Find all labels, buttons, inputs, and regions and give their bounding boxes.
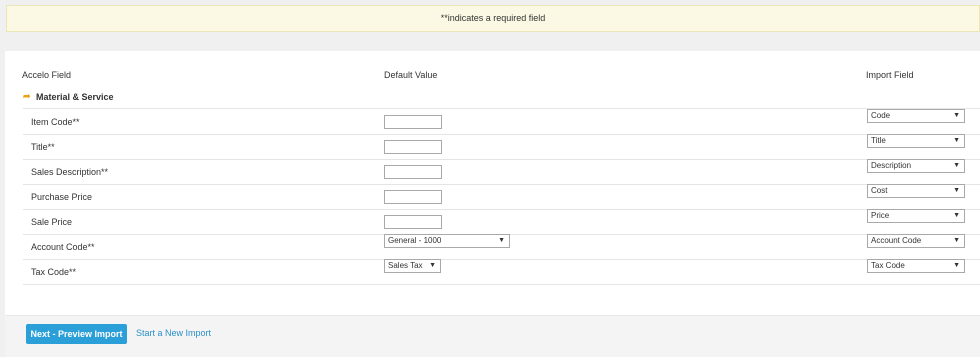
import-field-select[interactable]: Account Code ▼ [867,234,965,248]
selected-value: Cost [871,186,888,195]
caret-down-icon: ▼ [953,112,960,119]
row-account-code: Account Code** General - 1000 ▼ Account … [23,234,980,259]
field-label: Item Code** [31,117,80,127]
field-label: Purchase Price [31,192,93,202]
next-preview-import-button[interactable]: Next - Preview Import [26,324,127,344]
form-footer: Next - Preview Import Start a New Import [5,315,980,357]
selected-value: Title [871,136,886,145]
folder-arrow-icon: ➦ [23,91,31,101]
start-new-import-link[interactable]: Start a New Import [136,328,211,338]
row-sale-price: Sale Price Price ▼ [23,209,980,234]
row-separator [23,284,980,285]
field-label: Sales Description** [31,167,109,177]
section-label: Material & Service [36,92,114,102]
selected-value: Account Code [871,236,922,245]
caret-down-icon: ▼ [953,212,960,219]
import-field-select[interactable]: Cost ▼ [867,184,965,198]
section-material-service: ➦ Material & Service [23,91,980,109]
import-field-select[interactable]: Code ▼ [867,109,965,123]
selected-value: Code [871,111,891,120]
caret-down-icon: ▼ [953,162,960,169]
field-label: Title** [31,142,55,152]
selected-value: General - 1000 [388,236,442,245]
caret-down-icon: ▼ [953,262,960,269]
row-sales-description: Sales Description** Description ▼ [23,159,980,184]
caret-down-icon: ▼ [498,237,505,244]
row-title: Title** Title ▼ [23,134,980,159]
default-value-input[interactable] [384,190,442,204]
selected-value: Description [871,161,912,170]
default-value-input[interactable] [384,140,442,154]
row-tax-code: Tax Code** Sales Tax ▼ Tax Code ▼ [23,259,980,284]
selected-value: Sales Tax [388,261,423,270]
required-field-notice: **indicates a required field [6,5,980,32]
row-item-code: Item Code** Code ▼ [23,109,980,134]
field-label: Account Code** [31,242,95,252]
header-import-field: Import Field [866,70,914,80]
import-field-select[interactable]: Title ▼ [867,134,965,148]
header-default-value: Default Value [384,70,438,80]
selected-value: Tax Code [871,261,905,270]
row-purchase-price: Purchase Price Cost ▼ [23,184,980,209]
caret-down-icon: ▼ [953,137,960,144]
caret-down-icon: ▼ [429,262,436,269]
default-value-select[interactable]: Sales Tax ▼ [384,259,441,273]
import-field-select[interactable]: Price ▼ [867,209,965,223]
header-accelo-field: Accelo Field [22,70,72,80]
field-label: Sale Price [31,217,73,227]
import-mapping-panel: Accelo Field Default Value Import Field … [5,51,980,357]
field-label: Tax Code** [31,267,77,277]
selected-value: Price [871,211,890,220]
default-value-select[interactable]: General - 1000 ▼ [384,234,510,248]
import-field-select[interactable]: Description ▼ [867,159,965,173]
default-value-input[interactable] [384,115,442,129]
default-value-input[interactable] [384,215,442,229]
import-field-select[interactable]: Tax Code ▼ [867,259,965,273]
default-value-input[interactable] [384,165,442,179]
caret-down-icon: ▼ [953,187,960,194]
caret-down-icon: ▼ [953,237,960,244]
